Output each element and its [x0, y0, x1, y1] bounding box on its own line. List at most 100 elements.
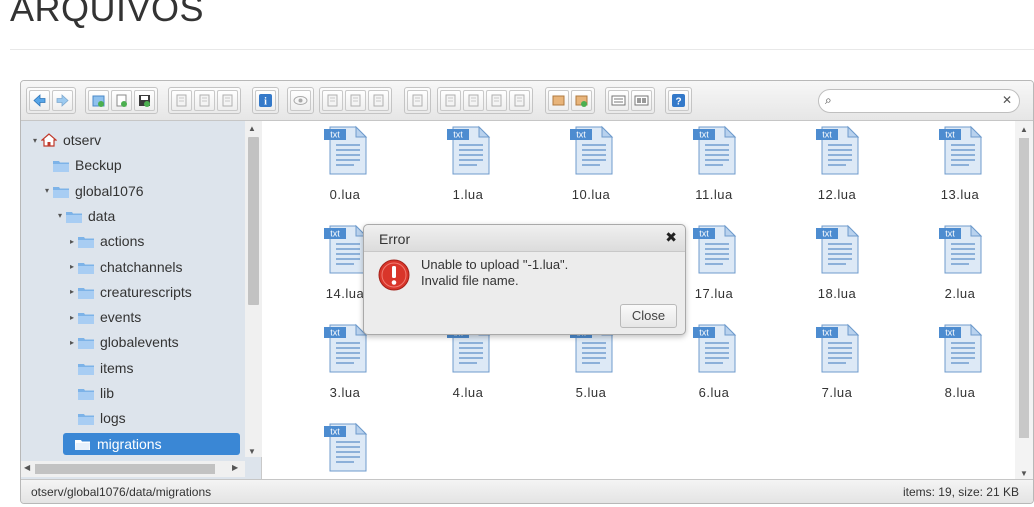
info-button[interactable]: i	[255, 90, 276, 111]
edit-icon	[489, 93, 504, 108]
tree-item-data[interactable]: ▾ data	[54, 205, 115, 227]
tree-item-events[interactable]: ▸ events	[66, 306, 141, 328]
tree-item-label: logs	[100, 410, 126, 427]
file-item[interactable]: txt 1.lua	[413, 125, 523, 202]
tree-item-migrations[interactable]: migrations	[63, 432, 240, 455]
extract-button[interactable]	[548, 90, 569, 111]
folder-icon	[78, 261, 94, 274]
rename-button[interactable]	[407, 90, 428, 111]
scroll-left-arrow-icon[interactable]: ◀	[24, 463, 30, 472]
svg-text:txt: txt	[822, 328, 832, 338]
help-button[interactable]: ?	[668, 90, 689, 111]
close-button[interactable]: Close	[620, 304, 677, 328]
expand-arrow-icon[interactable]: ▸	[66, 237, 78, 246]
toolbar-group	[605, 87, 655, 114]
copy-disk-button[interactable]	[194, 90, 215, 111]
file-item[interactable]: txt 0.lua	[290, 125, 400, 202]
tree-item-creaturescripts[interactable]: ▸ creaturescripts	[66, 281, 192, 303]
close-icon[interactable]: ✖	[665, 229, 677, 246]
tree-scroll-thumb[interactable]	[248, 137, 259, 305]
tree-item-actions[interactable]: ▸ actions	[66, 230, 144, 252]
search-icon: ⌕	[825, 93, 832, 107]
folder-icon	[78, 311, 94, 325]
file-item[interactable]: txt 12.lua	[782, 125, 892, 202]
archive-button[interactable]	[571, 90, 592, 111]
folder-icon	[78, 362, 94, 375]
copy-disk-icon	[197, 93, 212, 108]
search-input[interactable]	[839, 92, 999, 110]
tree-item-logs[interactable]: logs	[66, 407, 126, 429]
scroll-right-arrow-icon[interactable]: ▶	[232, 463, 238, 472]
cut-icon	[348, 93, 363, 108]
tree-item-label: data	[88, 207, 116, 224]
select-all-button[interactable]	[463, 90, 484, 111]
file-item[interactable]: txt 18.lua	[782, 224, 892, 301]
collapse-arrow-icon[interactable]: ▾	[54, 211, 66, 220]
new-file-button[interactable]	[111, 90, 132, 111]
file-item[interactable]: txt 11.lua	[659, 125, 769, 202]
tree-vertical-scrollbar[interactable]: ▲ ▼	[245, 121, 262, 457]
tree-item-otserv[interactable]: ▾ otserv	[29, 129, 101, 151]
tree-item-beckup[interactable]: Beckup	[41, 154, 122, 176]
expand-arrow-icon[interactable]: ▸	[66, 338, 78, 347]
file-item[interactable]: txt 8.lua	[905, 323, 1015, 400]
scroll-down-arrow-icon[interactable]: ▼	[1020, 469, 1028, 478]
copy-button[interactable]	[322, 90, 343, 111]
text-file-icon: txt	[566, 125, 616, 175]
tree-item-items[interactable]: items	[66, 357, 133, 379]
view-icons-button[interactable]	[631, 90, 652, 111]
search-box[interactable]: ⌕ ✕	[818, 89, 1020, 113]
file-item[interactable]: txt 2.lua	[905, 224, 1015, 301]
duplicate-button[interactable]	[440, 90, 461, 111]
view-list-button[interactable]	[608, 90, 629, 111]
tree-horizontal-scrollbar[interactable]: ◀ ▶	[21, 461, 245, 477]
scroll-down-arrow-icon[interactable]: ▼	[248, 447, 256, 456]
back-button[interactable]	[29, 90, 50, 111]
forward-button[interactable]	[52, 90, 73, 111]
edit-button[interactable]	[486, 90, 507, 111]
scroll-up-arrow-icon[interactable]: ▲	[248, 124, 256, 133]
tree-item-global1076[interactable]: ▾ global1076	[41, 180, 144, 202]
preview-icon	[293, 93, 308, 108]
tree-item-globalevents[interactable]: ▸ globalevents	[66, 331, 179, 353]
files-vertical-scrollbar[interactable]: ▲ ▼	[1015, 121, 1033, 481]
toolbar-group	[26, 87, 76, 114]
files-scroll-thumb[interactable]	[1019, 138, 1029, 438]
toolbar-group: i	[252, 87, 279, 114]
file-item[interactable]: txt 13.lua	[905, 125, 1015, 202]
resize-button[interactable]	[509, 90, 530, 111]
svg-text:txt: txt	[945, 328, 955, 338]
file-name: 8.lua	[944, 385, 976, 400]
svg-text:txt: txt	[576, 130, 586, 140]
file-name: 13.lua	[940, 187, 980, 202]
svg-text:txt: txt	[822, 229, 832, 239]
save-button[interactable]	[134, 90, 155, 111]
svg-text:txt: txt	[822, 130, 832, 140]
preview-button[interactable]	[290, 90, 311, 111]
home-icon	[40, 133, 58, 147]
collapse-arrow-icon[interactable]: ▾	[29, 136, 41, 145]
select-button[interactable]	[217, 90, 238, 111]
svg-text:txt: txt	[330, 130, 340, 140]
paste-button[interactable]	[368, 90, 389, 111]
scroll-up-arrow-icon[interactable]: ▲	[1020, 125, 1028, 134]
file-item[interactable]: txt 10.lua	[536, 125, 646, 202]
home-button[interactable]	[88, 90, 109, 111]
tree-hscroll-thumb[interactable]	[35, 464, 215, 474]
back-icon	[32, 93, 47, 108]
collapse-arrow-icon[interactable]: ▾	[41, 186, 53, 195]
cut-button[interactable]	[345, 90, 366, 111]
folder-icon	[66, 210, 82, 223]
file-name: 7.lua	[821, 385, 853, 400]
view-icons-icon	[634, 93, 649, 108]
tree-item-chatchannels[interactable]: ▸ chatchannels	[66, 256, 183, 278]
expand-arrow-icon[interactable]: ▸	[66, 287, 78, 296]
file-item[interactable]: txt 7.lua	[782, 323, 892, 400]
expand-arrow-icon[interactable]: ▸	[66, 262, 78, 271]
svg-text:txt: txt	[699, 328, 709, 338]
clear-search-icon[interactable]: ✕	[1002, 93, 1012, 107]
file-name: 5.lua	[575, 385, 607, 400]
tree-item-lib[interactable]: lib	[66, 382, 114, 404]
open-button[interactable]	[171, 90, 192, 111]
expand-arrow-icon[interactable]: ▸	[66, 313, 78, 322]
